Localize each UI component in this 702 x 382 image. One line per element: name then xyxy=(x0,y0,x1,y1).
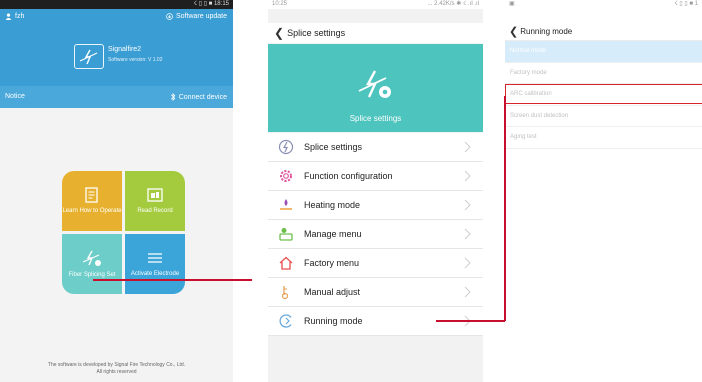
tile-read-record[interactable]: Read Record xyxy=(125,171,185,231)
mode-screen-dust-detection[interactable]: Screen dust detection xyxy=(505,106,702,127)
splice-settings-screen: 10:25 ... 2.42K/s ✱ ☇ .ıl .ıl ❮ Splice s… xyxy=(268,0,483,382)
footer-rights: All rights reserved xyxy=(96,369,137,375)
manage-icon xyxy=(277,225,295,243)
tile-label: Activate Electrode xyxy=(130,270,180,277)
tile-label: Learn How to Operate xyxy=(62,208,122,214)
pointer-line-vertical xyxy=(504,96,506,321)
electrode-icon xyxy=(148,252,162,263)
lightning-icon xyxy=(277,138,295,156)
status-right: ☇ ▯ ▯ ■ 1 xyxy=(674,1,698,7)
user-icon xyxy=(5,13,12,20)
footer-developer: The software is developed by Signal Fire… xyxy=(47,362,186,368)
menu-item-label: Splice settings xyxy=(304,142,363,152)
menu-item-label: Heating mode xyxy=(304,200,361,210)
menu-item-splice-settings[interactable]: Splice settings xyxy=(268,133,483,162)
record-icon xyxy=(147,188,163,202)
menu-item-label: Function configuration xyxy=(304,171,393,181)
status-left: 10:25 xyxy=(272,1,288,7)
status-bar: ▣ ☇ ▯ ▯ ■ 1 xyxy=(505,0,702,9)
menu-item-label: Manage menu xyxy=(304,229,362,239)
app-header: fzh Software update Signalfire2 Software… xyxy=(0,9,233,86)
back-icon[interactable]: ❮ xyxy=(509,25,518,38)
tile-fiber-splicing-set[interactable]: Fiber Splicing Set xyxy=(62,234,122,294)
software-update-label: Software update xyxy=(176,13,227,20)
app-name: Signalfire2 xyxy=(108,46,142,53)
status-right: ... 2.42K/s ✱ ☇ .ıl .ıl xyxy=(427,1,479,7)
pointer-line-fiber-splicing xyxy=(93,279,252,281)
tile-activate-electrode[interactable]: Activate Electrode xyxy=(125,234,185,294)
bluetooth-icon xyxy=(170,93,176,101)
adjust-icon xyxy=(277,283,295,301)
back-icon[interactable]: ❮ xyxy=(274,26,284,40)
menu-item-label: Factory menu xyxy=(304,258,360,268)
chevron-right-icon xyxy=(464,199,471,211)
menu-item-label: Running mode xyxy=(304,316,363,326)
status-bar: ☇ ▯ ▯ ■ 18:15 xyxy=(0,0,233,9)
house-icon xyxy=(277,254,295,272)
menu-item-heating-mode[interactable]: Heating mode xyxy=(268,191,483,220)
banner-label: Splice settings xyxy=(349,114,402,123)
mode-normal[interactable]: Normal mode xyxy=(505,41,702,63)
mode-aging-test[interactable]: Aging test xyxy=(505,127,702,149)
menu-item-manage-menu[interactable]: Manage menu xyxy=(268,220,483,249)
status-bar: 10:25 ... 2.42K/s ✱ ☇ .ıl .ıl xyxy=(268,0,483,9)
app-logo xyxy=(74,44,104,69)
splice-logo-icon xyxy=(79,49,98,64)
status-right: ☇ ▯ ▯ ■ 18:15 xyxy=(193,1,229,7)
nav-bar: ❮ Splice settings xyxy=(268,23,483,43)
settings-menu: Splice settings Function configuration H… xyxy=(268,133,483,336)
connect-device-button[interactable]: Connect device xyxy=(170,93,227,101)
notice-bar: Notice Connect device xyxy=(0,86,233,108)
mode-factory[interactable]: Factory mode xyxy=(505,63,702,84)
arc-calibration-highlight xyxy=(505,84,702,104)
chevron-right-icon xyxy=(464,257,471,269)
nav-bar: ❮ Running mode xyxy=(505,22,702,41)
gear-icon xyxy=(277,167,295,185)
chevron-right-icon xyxy=(464,141,471,153)
document-icon xyxy=(85,187,98,203)
menu-item-factory-menu[interactable]: Factory menu xyxy=(268,249,483,278)
menu-item-running-mode[interactable]: Running mode xyxy=(268,307,483,336)
software-update-button[interactable]: Software update xyxy=(166,13,227,20)
menu-item-function-configuration[interactable]: Function configuration xyxy=(268,162,483,191)
page-title: Splice settings xyxy=(287,28,346,38)
tile-label: Fiber Splicing Set xyxy=(68,271,116,278)
splice-gear-icon xyxy=(82,250,101,266)
page-title: Running mode xyxy=(520,26,573,36)
menu-item-label: Manual adjust xyxy=(304,287,361,297)
running-icon xyxy=(277,312,295,330)
copyright-footer: The software is developed by Signal Fire… xyxy=(0,362,233,376)
update-icon xyxy=(166,13,173,20)
user-profile[interactable]: fzh xyxy=(5,13,24,20)
software-version: Software version: V 1.02 xyxy=(108,57,163,63)
status-left: ▣ xyxy=(509,1,515,7)
heating-icon xyxy=(277,196,295,214)
running-mode-screen: ▣ ☇ ▯ ▯ ■ 1 ❮ Running mode Normal mode F… xyxy=(505,0,702,382)
splice-gear-icon xyxy=(358,70,391,98)
menu-item-manual-adjust[interactable]: Manual adjust xyxy=(268,278,483,307)
chevron-right-icon xyxy=(464,228,471,240)
tile-learn-how-to-operate[interactable]: Learn How to Operate xyxy=(62,171,122,231)
chevron-right-icon xyxy=(464,170,471,182)
pointer-line-running-mode xyxy=(436,320,505,322)
notice-link[interactable]: Notice xyxy=(5,93,25,100)
user-name: fzh xyxy=(15,13,25,20)
tile-label: Read Record xyxy=(137,208,173,214)
splice-banner: Splice settings xyxy=(268,44,483,132)
connect-device-label: Connect device xyxy=(178,93,227,101)
home-screen: ☇ ▯ ▯ ■ 18:15 fzh Software update Signal… xyxy=(0,0,233,382)
chevron-right-icon xyxy=(464,286,471,298)
